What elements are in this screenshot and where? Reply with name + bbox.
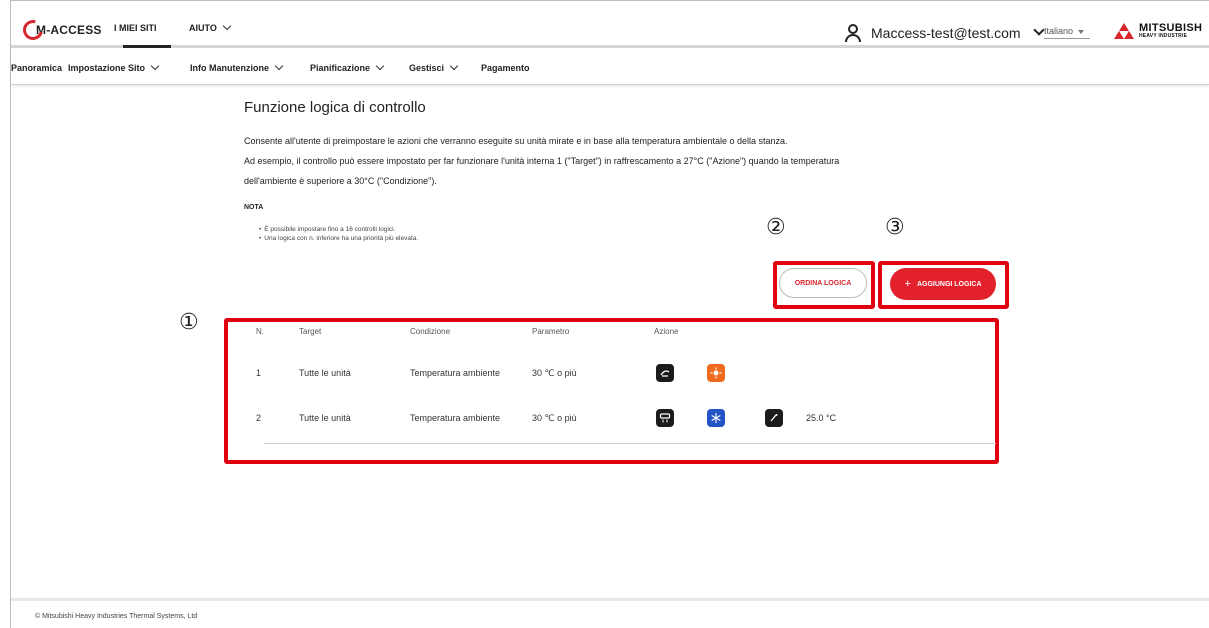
heat-mode-icon	[707, 364, 725, 382]
subnav-payment[interactable]: Pagamento	[481, 63, 530, 73]
column-header-condition: Condizione	[410, 327, 451, 336]
chevron-down-icon	[1032, 24, 1045, 36]
sub-navigation: Panoramica Impostazione Sito Info Manute…	[11, 51, 1209, 85]
description-line-2: Ad esempio, il controllo può essere impo…	[244, 156, 840, 166]
row-condition: Temperatura ambiente	[410, 368, 501, 378]
chevron-down-icon	[375, 61, 385, 71]
page-title: Funzione logica di controllo	[244, 99, 426, 116]
plus-icon: +	[904, 278, 911, 290]
user-icon	[845, 24, 861, 42]
dropdown-arrow-icon	[1078, 29, 1085, 34]
table-divider	[264, 443, 996, 444]
column-header-parameter: Parametro	[532, 327, 570, 336]
note-item: È possibile impostare fino a 16 controll…	[259, 225, 418, 234]
logo-ring-icon	[19, 16, 47, 44]
column-header-n: N.	[256, 327, 264, 336]
brand-subtitle: HEAVY INDUSTRIE	[1139, 33, 1188, 39]
cool-mode-icon	[707, 409, 725, 427]
language-select[interactable]: Italiano	[1044, 26, 1090, 39]
row-parameter: 30 ℃ o più	[532, 413, 577, 423]
sort-logic-label: ORDINA LOGICA	[794, 279, 852, 287]
ac-unit-icon	[656, 409, 674, 427]
row-target: Tutte le unità	[299, 413, 351, 423]
nav-help-label: AIUTO	[189, 23, 217, 33]
three-diamonds-icon	[1113, 23, 1135, 39]
top-header: M-ACCESS I MIEI SITI AIUTO Maccess-test@…	[11, 1, 1209, 48]
add-logic-button[interactable]: + AGGIUNGI LOGICA	[890, 268, 996, 300]
row-target: Tutte le unità	[299, 368, 351, 378]
annotation-marker-3: ③	[885, 215, 905, 240]
mitsubishi-logo: MITSUBISH HEAVY INDUSTRIE	[1113, 23, 1202, 39]
subnav-schedule[interactable]: Pianificazione	[310, 61, 385, 73]
row-number: 1	[256, 368, 262, 378]
subnav-maintenance-info[interactable]: Info Manutenzione	[190, 61, 284, 73]
note-heading: NOTA	[244, 204, 264, 211]
user-menu[interactable]: Maccess-test@test.com	[845, 24, 1045, 42]
power-icon	[656, 364, 674, 382]
nav-my-sites-label: I MIEI SITI	[114, 23, 157, 33]
m-access-logo[interactable]: M-ACCESS	[19, 16, 102, 44]
subnav-site-settings[interactable]: Impostazione Sito	[68, 61, 160, 73]
chevron-down-icon	[222, 21, 232, 31]
chevron-down-icon	[449, 61, 459, 71]
add-logic-label: AGGIUNGI LOGICA	[916, 280, 982, 288]
row-value: 25.0 °C	[806, 413, 837, 423]
description-line-1: Consente all'utente di preimpostare le a…	[244, 136, 788, 146]
annotation-marker-2: ②	[766, 215, 786, 240]
annotation-marker-1: ①	[179, 310, 199, 335]
note-item: Una logica con n. inferiore ha una prior…	[259, 234, 418, 243]
row-parameter: 30 ℃ o più	[532, 368, 577, 378]
chevron-down-icon	[150, 61, 160, 71]
nav-my-sites[interactable]: I MIEI SITI	[114, 23, 157, 33]
sort-logic-button[interactable]: ORDINA LOGICA	[779, 268, 867, 298]
chevron-down-icon	[274, 61, 284, 71]
note-list: È possibile impostare fino a 16 controll…	[259, 225, 418, 243]
column-header-action: Azione	[654, 327, 679, 336]
footer-divider	[11, 598, 1209, 601]
row-number: 2	[256, 413, 262, 423]
app-frame: M-ACCESS I MIEI SITI AIUTO Maccess-test@…	[10, 0, 1209, 628]
subnav-overview[interactable]: Panoramica	[11, 63, 62, 73]
logo-text: M-ACCESS	[36, 23, 102, 37]
copyright-text: © Mitsubishi Heavy Industries Thermal Sy…	[35, 613, 198, 620]
subnav-manage[interactable]: Gestisci	[409, 61, 459, 73]
column-header-target: Target	[299, 327, 322, 336]
nav-help[interactable]: AIUTO	[189, 21, 232, 33]
active-nav-underline	[123, 45, 171, 48]
user-email: Maccess-test@test.com	[871, 25, 1021, 41]
language-label: Italiano	[1044, 26, 1074, 36]
description-line-3: dell'ambiente è superiore a 30°C ("Condi…	[244, 176, 437, 186]
row-condition: Temperatura ambiente	[410, 413, 501, 423]
set-temperature-icon	[765, 409, 783, 427]
